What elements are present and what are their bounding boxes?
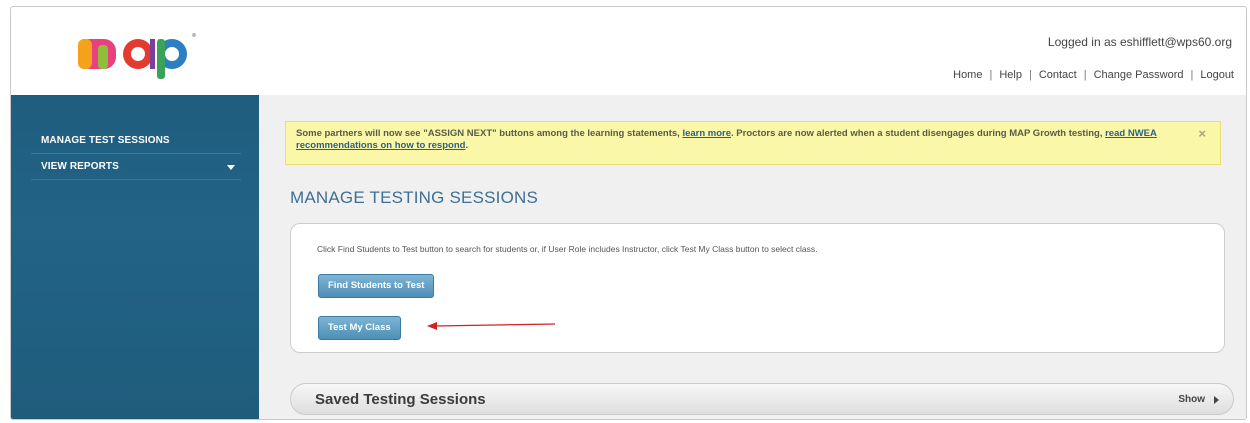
nav-divider: | bbox=[989, 69, 993, 81]
app-window: Logged in as eshifflett@wps60.org Home |… bbox=[10, 6, 1247, 420]
instructions-text: Click Find Students to Test button to se… bbox=[317, 244, 818, 254]
nav-divider: | bbox=[1028, 69, 1032, 81]
test-my-class-button[interactable]: Test My Class bbox=[318, 316, 401, 340]
help-link[interactable]: Help bbox=[999, 69, 1022, 81]
notice-text: Some partners will now see "ASSIGN NEXT"… bbox=[296, 128, 683, 139]
logged-in-status: Logged in as eshifflett@wps60.org bbox=[1047, 35, 1232, 49]
sidebar-item-manage-test-sessions[interactable]: MANAGE TEST SESSIONS bbox=[31, 128, 241, 154]
saved-sessions-title: Saved Testing Sessions bbox=[315, 391, 486, 408]
nav-divider: | bbox=[1190, 69, 1194, 81]
sidebar-item-label: VIEW REPORTS bbox=[41, 161, 119, 172]
header: Logged in as eshifflett@wps60.org Home |… bbox=[11, 7, 1246, 95]
annotation-arrow-icon bbox=[427, 322, 556, 330]
change-password-link[interactable]: Change Password bbox=[1094, 69, 1184, 81]
show-toggle[interactable]: Show bbox=[1178, 394, 1205, 405]
page-title: MANAGE TESTING SESSIONS bbox=[290, 188, 539, 207]
map-logo bbox=[78, 33, 196, 79]
nav-divider: | bbox=[1083, 69, 1087, 81]
notice-text: . bbox=[465, 140, 469, 151]
sidebar-item-label: MANAGE TEST SESSIONS bbox=[41, 135, 170, 146]
top-nav: Home | Help | Contact | Change Password … bbox=[953, 69, 1234, 81]
sidebar-item-view-reports[interactable]: VIEW REPORTS bbox=[31, 154, 241, 180]
learn-more-link[interactable]: learn more bbox=[682, 128, 731, 139]
notice-banner: Some partners will now see "ASSIGN NEXT"… bbox=[285, 121, 1221, 165]
sidebar: MANAGE TEST SESSIONS VIEW REPORTS bbox=[11, 95, 259, 419]
close-icon[interactable]: × bbox=[1198, 127, 1206, 140]
chevron-down-icon bbox=[227, 165, 235, 170]
contact-link[interactable]: Contact bbox=[1039, 69, 1077, 81]
saved-sessions-bar[interactable]: Saved Testing Sessions Show bbox=[290, 383, 1234, 415]
chevron-right-icon bbox=[1214, 396, 1219, 404]
testing-session-panel: Click Find Students to Test button to se… bbox=[290, 223, 1225, 353]
home-link[interactable]: Home bbox=[953, 69, 982, 81]
main-content: Some partners will now see "ASSIGN NEXT"… bbox=[259, 95, 1246, 419]
find-students-button[interactable]: Find Students to Test bbox=[318, 274, 435, 298]
logout-link[interactable]: Logout bbox=[1200, 69, 1234, 81]
notice-text: . Proctors are now alerted when a studen… bbox=[731, 128, 1106, 139]
